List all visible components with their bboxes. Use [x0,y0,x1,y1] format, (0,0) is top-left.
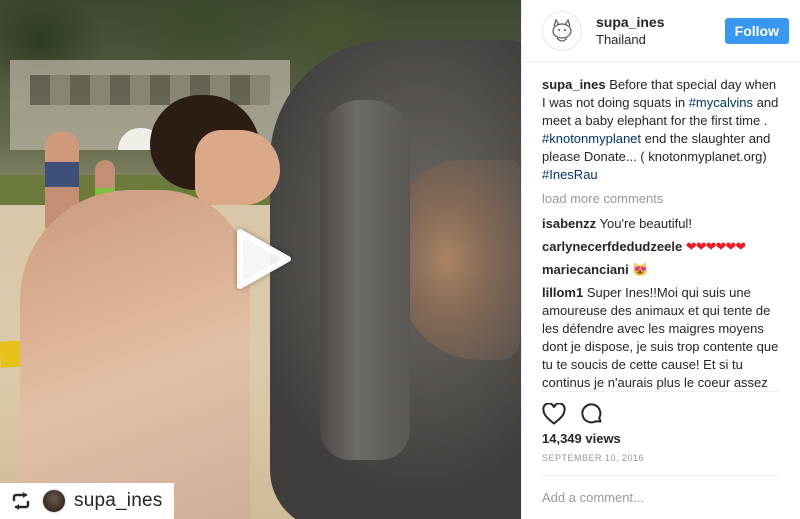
add-comment-input[interactable] [542,490,780,505]
comment-text: Super Ines!!Moi qui suis une amoureuse d… [542,285,779,390]
view-count[interactable]: 14,349 views [522,427,800,449]
cartoon-cat-avatar-icon [552,18,572,42]
woman-face [195,130,280,205]
play-button[interactable] [232,228,294,290]
caption-author[interactable]: supa_ines [542,77,606,92]
comment-button[interactable] [580,402,604,426]
repost-username[interactable]: supa_ines [74,490,162,512]
comment-username[interactable]: lillom1 [542,285,583,300]
caption-text: Before that special day when I was not d… [542,77,778,182]
elephant-trunk [320,100,410,460]
action-bar [542,391,780,427]
heart-outline-icon [542,402,566,425]
post-date[interactable]: SEPTEMBER 10, 2016 [522,449,800,475]
woman-figure [20,190,250,519]
like-button[interactable] [542,402,566,425]
comment-bubble-icon [581,402,602,423]
add-comment-bar [542,475,780,519]
post-header: supa_ines Thailand Follow [522,0,800,62]
play-icon [237,229,291,289]
comment-username[interactable]: mariecanciani [542,262,629,277]
hashtag-link[interactable]: #knotonmyplanet [542,131,641,146]
repost-icon [10,490,32,512]
comment-username[interactable]: carlynecerfdedudzeele [542,239,682,254]
location-link[interactable]: Thailand [596,31,725,49]
post-side-panel: supa_ines Thailand Follow supa_ines Befo… [521,0,800,519]
caption: supa_ines Before that special day when I… [542,76,780,184]
comment-item: mariecanciani 😻 [542,261,780,279]
hearts-emoji: ❤❤❤❤❤❤ [685,239,746,254]
comment-list: isabenzz You're beautiful! carlynecerfded… [542,215,780,391]
header-text: supa_ines Thailand [596,13,725,49]
repost-credit[interactable]: supa_ines [0,483,174,519]
comments-section: supa_ines Before that special day when I… [522,62,800,391]
comment-username[interactable]: isabenzz [542,216,596,231]
comment-text: You're beautiful! [599,216,692,231]
post-video[interactable]: supa_ines [0,0,521,519]
repost-avatar[interactable] [42,489,66,513]
comment-text: 😻 [632,262,649,277]
follow-button[interactable]: Follow [724,17,789,44]
load-more-comments-link[interactable]: load more comments [542,190,780,208]
instagram-post: supa_ines supa_ines Thailand Follow supa… [0,0,800,519]
comment-item: lillom1 Super Ines!!Moi qui suis une amo… [542,284,780,391]
hashtag-link[interactable]: #mycalvins [689,95,753,110]
comment-item: carlynecerfdedudzeele ❤❤❤❤❤❤ [542,238,780,256]
elephant-ear [400,160,520,360]
hashtag-link[interactable]: #InesRau [542,167,598,182]
username-link[interactable]: supa_ines [596,13,725,31]
avatar[interactable] [542,10,582,51]
comment-item: isabenzz You're beautiful! [542,215,780,233]
